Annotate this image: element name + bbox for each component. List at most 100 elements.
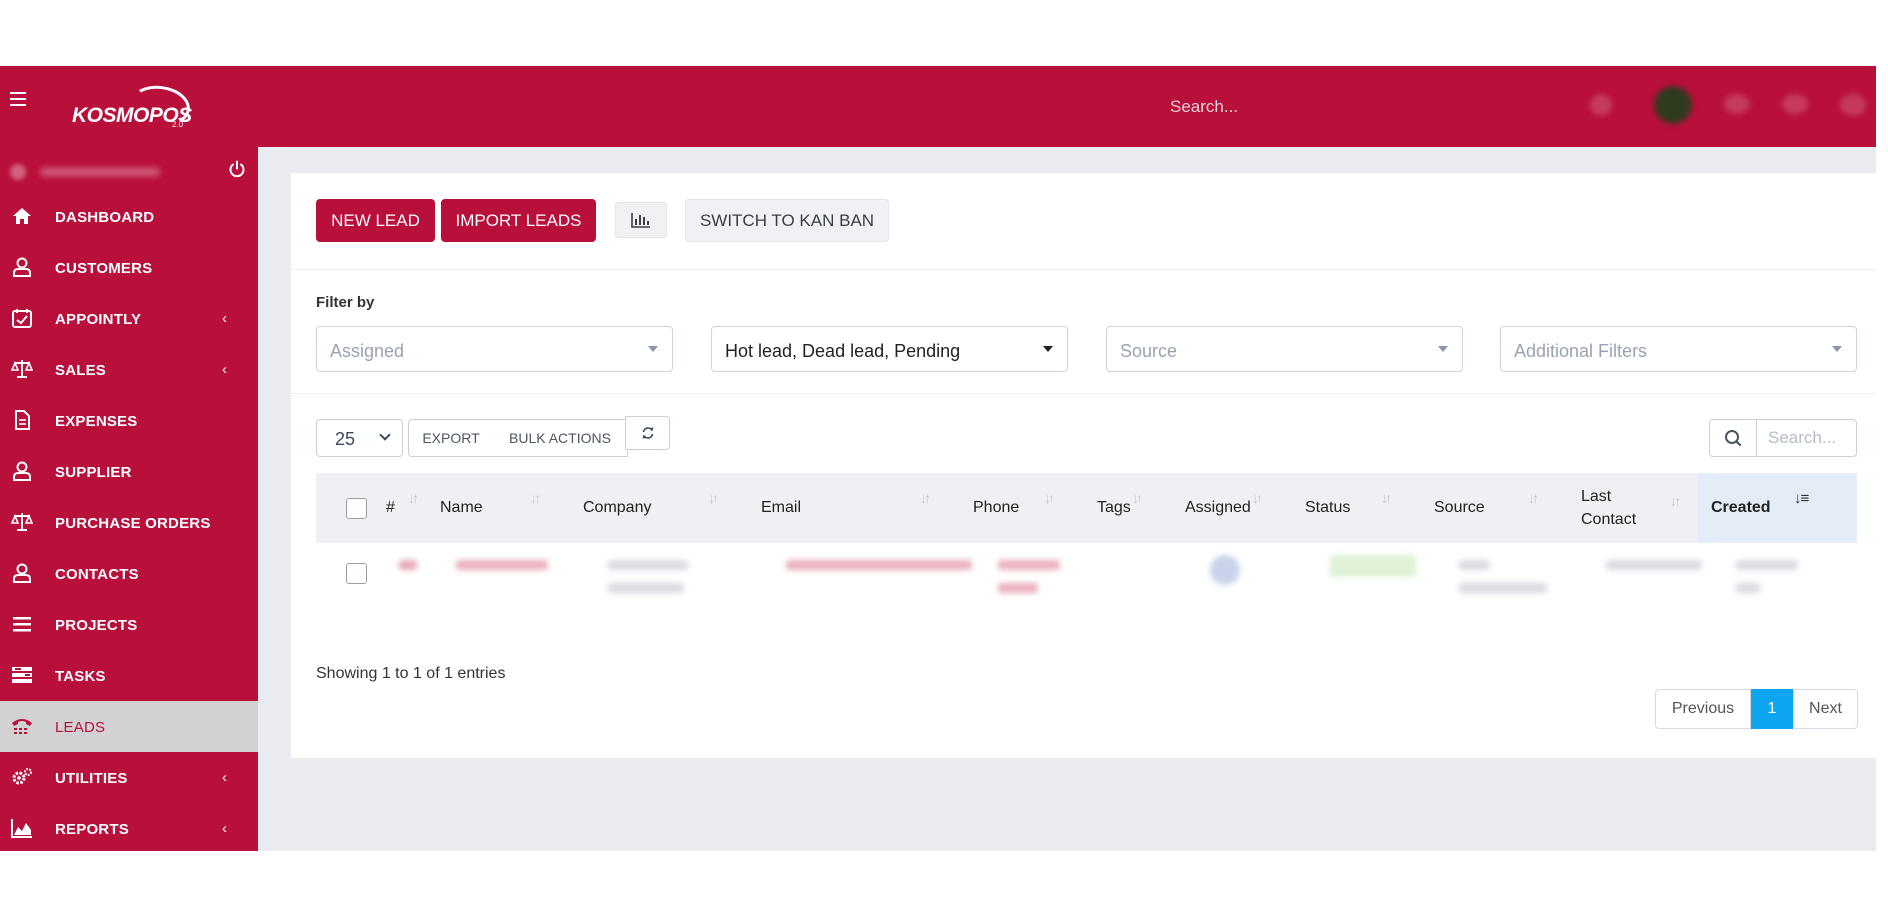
sidebar-item-label: REPORTS bbox=[55, 821, 129, 838]
table-row[interactable] bbox=[316, 543, 1857, 613]
status-filter-select[interactable]: Hot lead, Dead lead, Pending bbox=[711, 326, 1068, 372]
source-filter-select[interactable]: Source bbox=[1106, 326, 1463, 372]
summary-chart-button[interactable] bbox=[615, 202, 667, 238]
sidebar-item-label: DASHBOARD bbox=[55, 209, 155, 226]
power-icon[interactable] bbox=[228, 160, 246, 178]
blurred-message-icon[interactable] bbox=[1782, 94, 1808, 114]
additional-filters-select[interactable]: Additional Filters bbox=[1500, 326, 1857, 372]
chevron-left-icon: ‹ bbox=[222, 361, 227, 378]
column-header-created[interactable]: Created ↓≡ bbox=[1698, 473, 1857, 543]
select-all-checkbox[interactable] bbox=[346, 498, 367, 519]
blurred-welcome-user bbox=[10, 161, 170, 183]
sidebar-item-label: TASKS bbox=[55, 668, 106, 685]
column-header-company[interactable]: Company ↓↑ bbox=[558, 473, 736, 543]
entries-info: Showing 1 to 1 of 1 entries bbox=[316, 665, 506, 682]
column-header-phone[interactable]: Phone ↓↑ bbox=[948, 473, 1072, 543]
column-header-label: Phone bbox=[973, 499, 1020, 516]
sidebar-item-contacts[interactable]: CONTACTS bbox=[0, 548, 258, 599]
column-header-last-contact[interactable]: Last Contact ↓↑ bbox=[1556, 473, 1698, 543]
page-1-button[interactable]: 1 bbox=[1751, 689, 1793, 729]
sidebar-item-dashboard[interactable]: DASHBOARD bbox=[0, 191, 258, 242]
search-button[interactable] bbox=[1710, 420, 1757, 456]
column-header-label: Tags bbox=[1097, 499, 1131, 516]
column-header-email[interactable]: Email ↓↑ bbox=[736, 473, 948, 543]
sidebar-item-tasks[interactable]: TASKS bbox=[0, 650, 258, 701]
tasks-icon bbox=[12, 667, 32, 683]
caret-down-icon bbox=[1832, 346, 1842, 352]
sidebar-item-leads[interactable]: LEADS bbox=[0, 701, 258, 752]
previous-page-button[interactable]: Previous bbox=[1655, 689, 1751, 729]
sidebar-item-label: CONTACTS bbox=[55, 566, 139, 583]
sidebar-item-expenses[interactable]: EXPENSES bbox=[0, 395, 258, 446]
reload-button[interactable] bbox=[625, 416, 670, 450]
sidebar-item-utilities[interactable]: UTILITIES ‹ bbox=[0, 752, 258, 803]
column-header-assigned[interactable]: Assigned ↓↑ bbox=[1160, 473, 1280, 543]
blurred-avatar[interactable] bbox=[1654, 86, 1692, 124]
blurred-created bbox=[1736, 560, 1798, 570]
blurred-phone[interactable] bbox=[998, 583, 1038, 593]
import-leads-button[interactable]: IMPORT LEADS bbox=[441, 199, 596, 242]
area-chart-icon bbox=[11, 819, 32, 838]
blurred-row-number bbox=[399, 560, 417, 570]
column-header-name[interactable]: Name ↓↑ bbox=[430, 473, 558, 543]
column-header-label: Company bbox=[583, 499, 652, 516]
blurred-welcome-text bbox=[40, 167, 160, 177]
global-search-input[interactable]: Search... bbox=[1170, 97, 1238, 117]
blurred-lead-name[interactable] bbox=[456, 560, 548, 570]
sidebar-item-appointly[interactable]: APPOINTLY ‹ bbox=[0, 293, 258, 344]
kosmopos-logo[interactable]: KOSMOPOS 2.0 bbox=[72, 82, 194, 130]
assigned-filter-select[interactable]: Assigned bbox=[316, 326, 673, 372]
table-search bbox=[1709, 419, 1857, 457]
sidebar-item-purchase-orders[interactable]: PURCHASE ORDERS bbox=[0, 497, 258, 548]
caret-down-icon bbox=[1043, 346, 1053, 352]
blurred-settings-icon[interactable] bbox=[1840, 94, 1866, 116]
divider bbox=[291, 393, 1876, 394]
status-filter-value: Hot lead, Dead lead, Pending bbox=[725, 341, 961, 361]
new-lead-button[interactable]: NEW LEAD bbox=[316, 199, 435, 242]
sidebar-item-customers[interactable]: CUSTOMERS bbox=[0, 242, 258, 293]
column-header-source[interactable]: Source ↓↑ bbox=[1409, 473, 1556, 543]
blurred-status-badge[interactable] bbox=[1330, 555, 1416, 577]
user-icon bbox=[13, 563, 31, 583]
bars-icon bbox=[13, 617, 31, 632]
sort-icon: ↓↑ bbox=[920, 490, 931, 506]
balance-scale-icon bbox=[11, 513, 33, 531]
pagination: Previous 1 Next bbox=[1655, 689, 1858, 729]
chevron-left-icon: ‹ bbox=[222, 310, 227, 327]
sort-icon: ↓↑ bbox=[408, 490, 419, 506]
sidebar-item-supplier[interactable]: SUPPLIER bbox=[0, 446, 258, 497]
divider bbox=[291, 269, 1876, 270]
switch-to-kanban-button[interactable]: SWITCH TO KAN BAN bbox=[685, 199, 889, 242]
sort-icon: ↓↑ bbox=[708, 490, 719, 506]
column-header-label: Email bbox=[761, 499, 802, 516]
sidebar-item-projects[interactable]: PROJECTS bbox=[0, 599, 258, 650]
additional-filters-placeholder: Additional Filters bbox=[1514, 341, 1648, 361]
blurred-notification-icon[interactable] bbox=[1724, 94, 1750, 114]
sort-icon: ↓↑ bbox=[1670, 493, 1681, 509]
sidebar-item-label: SALES bbox=[55, 362, 107, 379]
column-header-number[interactable]: # ↓↑ bbox=[374, 473, 430, 543]
blurred-last-contact bbox=[1606, 560, 1702, 570]
column-header-label: Name bbox=[440, 499, 483, 516]
hamburger-menu-icon[interactable] bbox=[10, 92, 26, 106]
blurred-search-icon[interactable] bbox=[1590, 94, 1612, 116]
export-button[interactable]: EXPORT bbox=[408, 419, 494, 457]
bar-chart-icon bbox=[631, 213, 650, 228]
blurred-phone[interactable] bbox=[998, 560, 1060, 570]
app-window: KOSMOPOS 2.0 Search... DASHBOARD CUSTOME… bbox=[0, 66, 1876, 851]
bulk-actions-button[interactable]: BULK ACTIONS bbox=[493, 419, 628, 457]
next-page-button[interactable]: Next bbox=[1793, 689, 1858, 729]
column-header-status[interactable]: Status ↓↑ bbox=[1280, 473, 1409, 543]
blurred-assigned-avatar[interactable] bbox=[1210, 555, 1240, 585]
top-header: KOSMOPOS 2.0 Search... bbox=[0, 66, 1876, 147]
sidebar-item-sales[interactable]: SALES ‹ bbox=[0, 344, 258, 395]
sidebar-item-reports[interactable]: REPORTS ‹ bbox=[0, 803, 258, 851]
blurred-email[interactable] bbox=[786, 560, 972, 570]
page-size-select[interactable]: 25 bbox=[316, 419, 403, 457]
row-checkbox[interactable] bbox=[346, 563, 367, 584]
table-search-input[interactable] bbox=[1758, 420, 1856, 456]
column-header-tags[interactable]: Tags ↓↑ bbox=[1072, 473, 1160, 543]
chevron-down-icon bbox=[379, 429, 391, 441]
cogs-icon bbox=[12, 768, 32, 785]
blurred-source bbox=[1459, 583, 1547, 593]
